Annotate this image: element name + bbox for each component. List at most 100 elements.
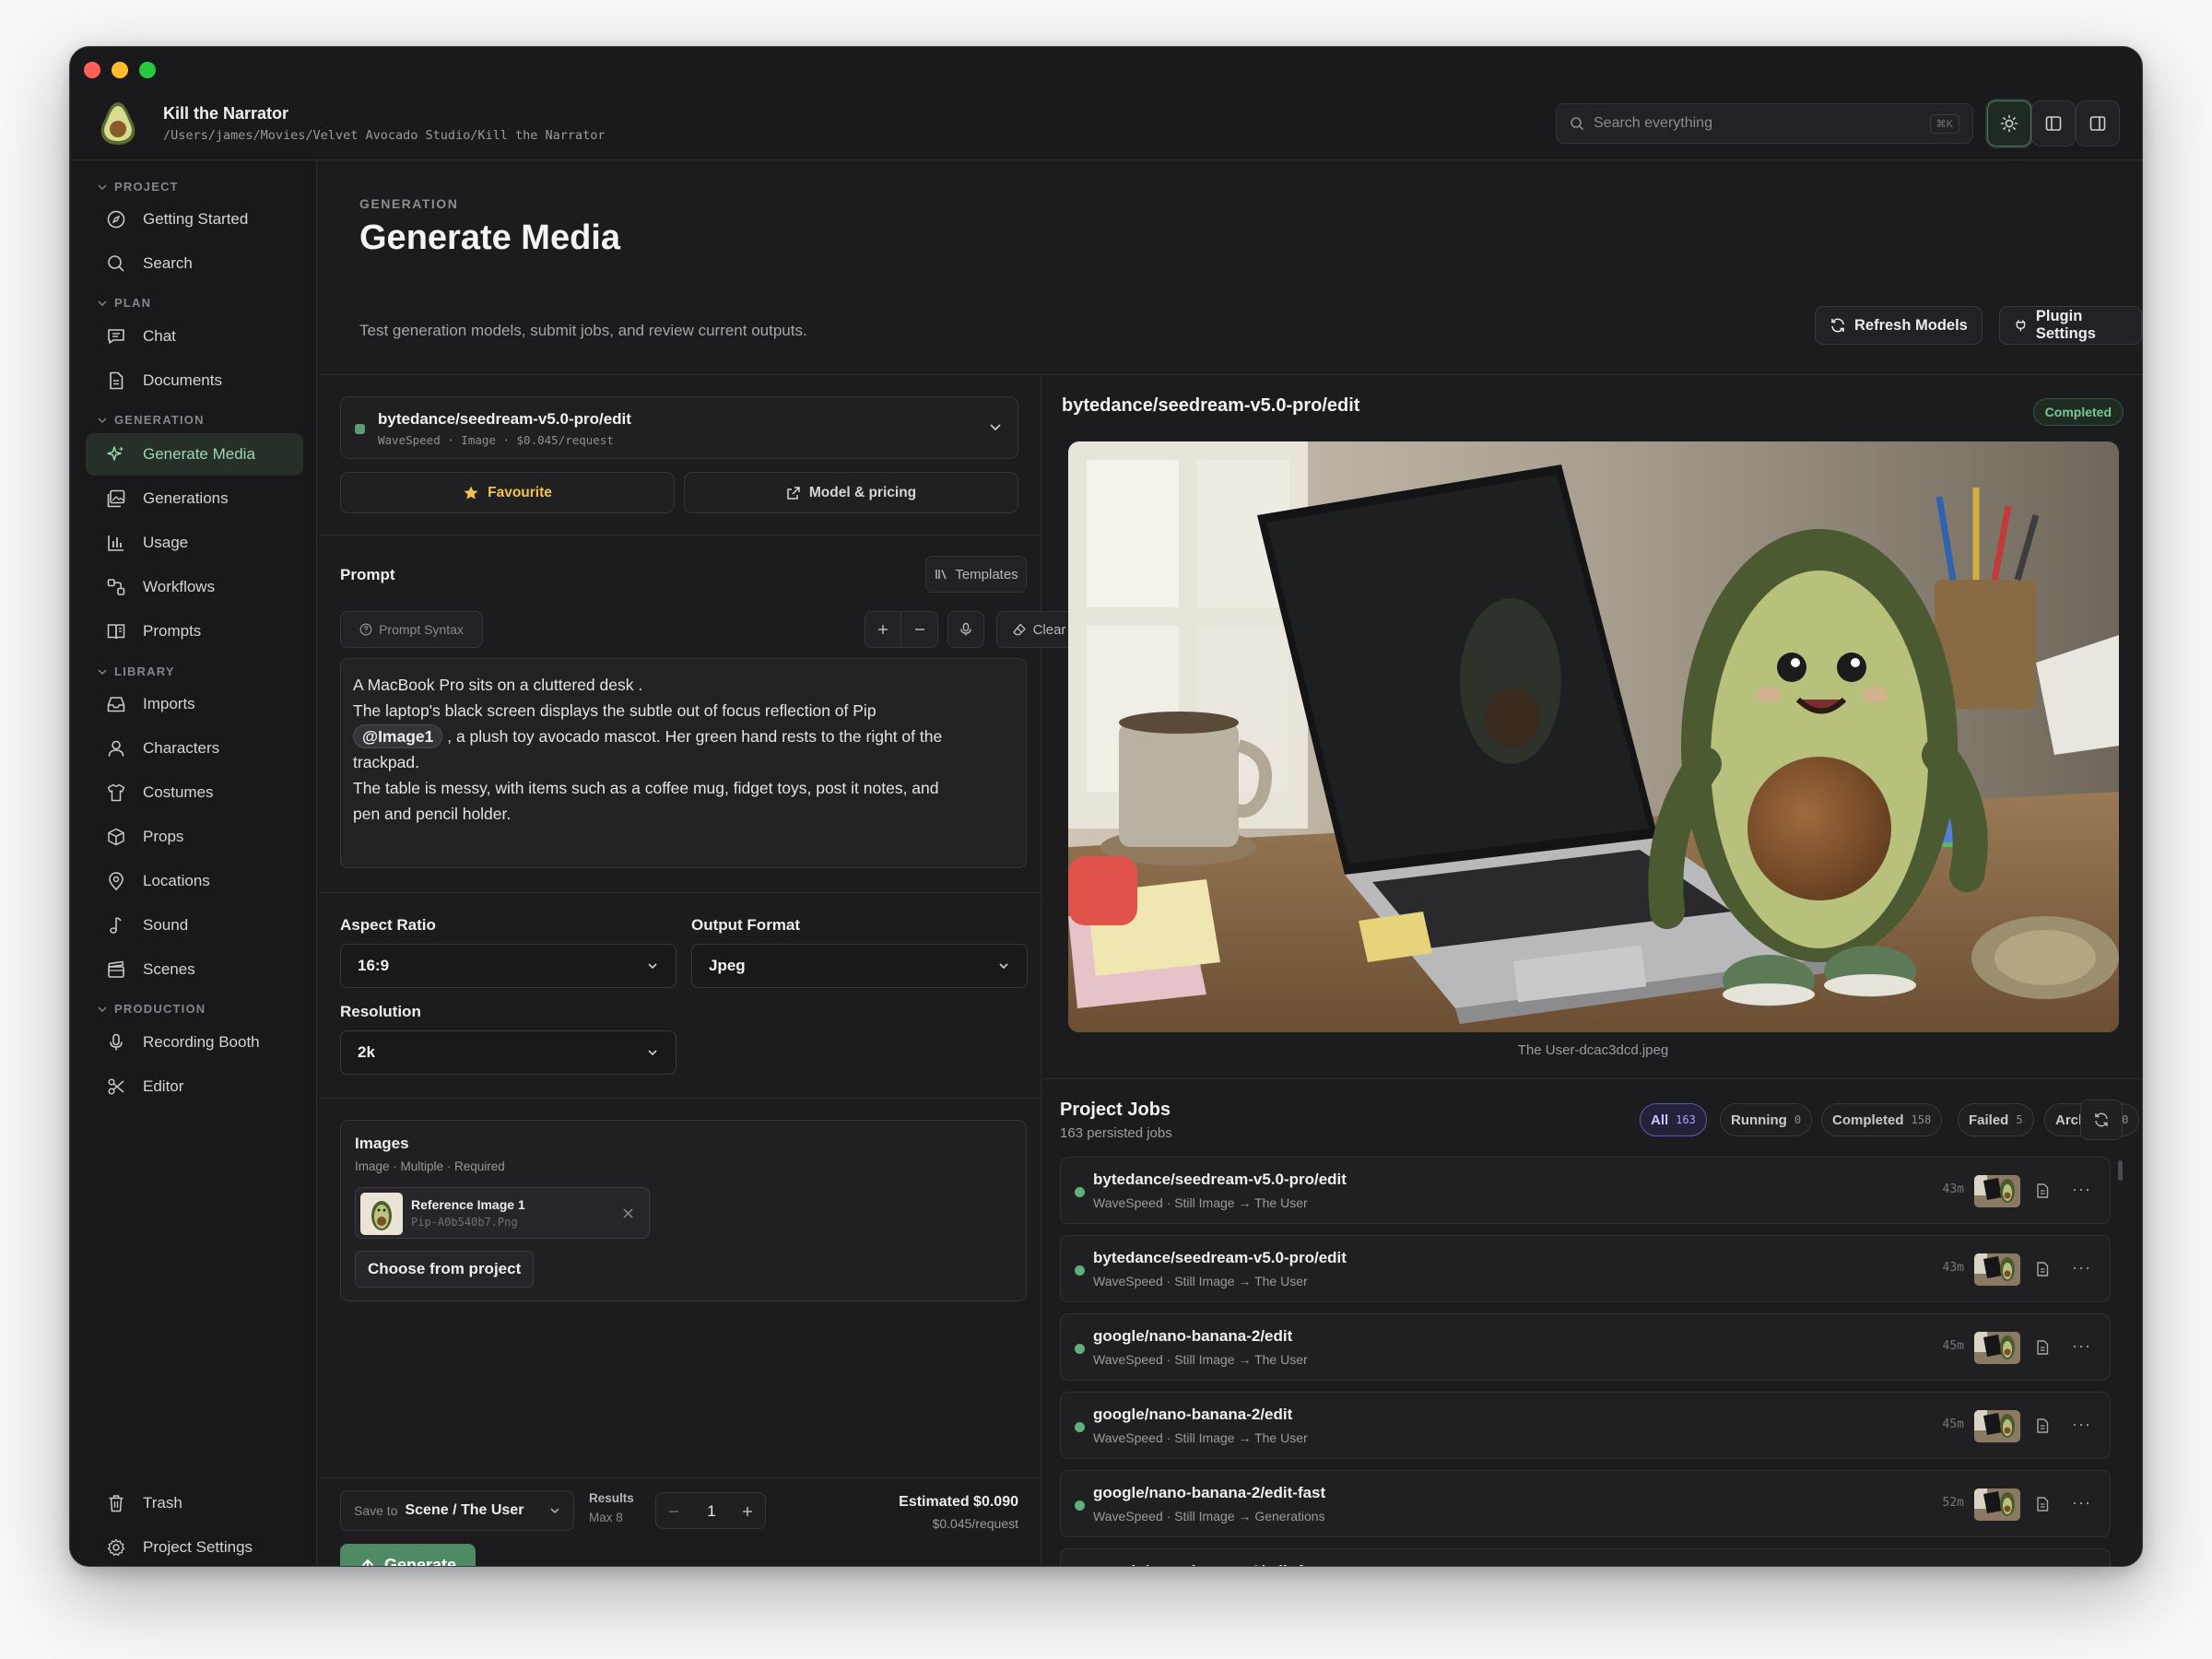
filter-label: Failed <box>1969 1112 2009 1128</box>
prompt-label: Prompt <box>340 566 395 583</box>
filter-count: 0 <box>1794 1113 1802 1126</box>
more-options-button[interactable]: ··· <box>2072 1493 2091 1512</box>
sidebar-item-label: Prompts <box>143 622 202 640</box>
job-row[interactable]: google/nano-banana-2/edit WaveSpeed · St… <box>1060 1392 2111 1459</box>
sidebar-item-costumes[interactable]: Costumes <box>86 771 303 814</box>
sidebar-item-imports[interactable]: Imports <box>86 683 303 725</box>
file-icon[interactable] <box>2034 1339 2051 1356</box>
job-row[interactable]: google/nano-banana-2/edit WaveSpeed · St… <box>1060 1313 2111 1381</box>
prompt-line: A MacBook Pro sits on a cluttered desk . <box>353 676 643 694</box>
job-status-dot <box>1075 1344 1085 1354</box>
file-icon[interactable] <box>2034 1418 2051 1434</box>
aspect-ratio-select[interactable]: 16:9 <box>340 944 677 988</box>
sidebar-item-label: Scenes <box>143 960 195 978</box>
minus-icon[interactable] <box>667 1505 680 1518</box>
job-row[interactable]: google/nano-banana-2/edit-fast WaveSpeed… <box>1060 1548 2111 1566</box>
refresh-jobs-button[interactable] <box>2080 1100 2123 1140</box>
job-thumbnail[interactable] <box>1974 1488 2020 1521</box>
sidebar-item-search[interactable]: Search <box>86 242 303 285</box>
filter-all[interactable]: All 163 <box>1640 1103 1707 1136</box>
sidebar-item-characters[interactable]: Characters <box>86 727 303 770</box>
save-to-label: Save to <box>354 1503 398 1518</box>
job-age: 43m <box>1942 1182 1964 1196</box>
prompt-textarea[interactable]: A MacBook Pro sits on a cluttered desk .… <box>340 658 1027 868</box>
section-production[interactable]: PRODUCTION <box>98 1002 206 1016</box>
section-plan[interactable]: PLAN <box>98 296 151 310</box>
sidebar-item-generations[interactable]: Generations <box>86 477 303 520</box>
image-mention-chip[interactable]: @Image1 <box>353 724 443 748</box>
plus-icon[interactable] <box>741 1505 754 1518</box>
sidebar-item-workflows[interactable]: Workflows <box>86 566 303 608</box>
refresh-models-button[interactable]: Refresh Models <box>1815 306 1983 345</box>
sidebar-item-props[interactable]: Props <box>86 816 303 858</box>
sidebar-item-project-settings[interactable]: Project Settings <box>86 1526 303 1566</box>
reference-image-chip[interactable]: Reference Image 1 Pip-A0b540b7.Png <box>355 1187 650 1239</box>
plugin-settings-button[interactable]: Plugin Settings <box>1999 306 2142 345</box>
global-search-input[interactable]: Search everything ⌘K <box>1556 103 1973 144</box>
file-icon[interactable] <box>2034 1182 2051 1199</box>
increase-button[interactable] <box>865 612 902 647</box>
jobs-list: bytedance/seedream-v5.0-pro/edit WaveSpe… <box>1042 1157 2142 1566</box>
more-options-button[interactable]: ··· <box>2072 1415 2091 1434</box>
section-project[interactable]: PROJECT <box>98 180 179 194</box>
job-row[interactable]: bytedance/seedream-v5.0-pro/edit WaveSpe… <box>1060 1157 2111 1224</box>
job-thumbnail[interactable] <box>1974 1410 2020 1442</box>
close-window-button[interactable] <box>84 62 100 78</box>
resolution-select[interactable]: 2k <box>340 1030 677 1075</box>
sidebar-item-getting-started[interactable]: Getting Started <box>86 198 303 241</box>
jobs-subtitle: 163 persisted jobs <box>1060 1125 1172 1141</box>
model-pricing-button[interactable]: Model & pricing <box>684 472 1018 513</box>
model-name: bytedance/seedream-v5.0-pro/edit <box>378 410 631 428</box>
templates-button[interactable]: Templates <box>925 556 1027 593</box>
avocado-logo <box>100 102 135 145</box>
section-generation[interactable]: GENERATION <box>98 413 205 427</box>
decrease-button[interactable] <box>901 612 937 647</box>
sidebar-item-scenes[interactable]: Scenes <box>86 948 303 991</box>
sidebar-item-editor[interactable]: Editor <box>86 1065 303 1108</box>
more-options-button[interactable]: ··· <box>2072 1180 2091 1199</box>
job-thumbnail[interactable] <box>1974 1253 2020 1286</box>
job-row[interactable]: bytedance/seedream-v5.0-pro/edit WaveSpe… <box>1060 1235 2111 1302</box>
scrollbar-thumb[interactable] <box>2118 1160 2123 1181</box>
sidebar-item-recording-booth[interactable]: Recording Booth <box>86 1021 303 1064</box>
sidebar-item-usage[interactable]: Usage <box>86 522 303 564</box>
toggle-left-panel-button[interactable] <box>2031 100 2076 147</box>
output-format-select[interactable]: Jpeg <box>691 944 1028 988</box>
favourite-button[interactable]: Favourite <box>340 472 675 513</box>
filter-running[interactable]: Running 0 <box>1720 1103 1813 1136</box>
sidebar-item-chat[interactable]: Chat <box>86 315 303 358</box>
job-row[interactable]: google/nano-banana-2/edit-fast WaveSpeed… <box>1060 1470 2111 1537</box>
results-value[interactable]: 1 <box>693 1502 730 1521</box>
toggle-right-panel-button[interactable] <box>2076 100 2120 147</box>
sidebar-item-sound[interactable]: Sound <box>86 904 303 947</box>
generate-button[interactable]: Generate <box>340 1544 476 1566</box>
file-icon[interactable] <box>2034 1496 2051 1512</box>
job-thumbnail[interactable] <box>1974 1175 2020 1207</box>
theme-toggle-button[interactable] <box>1987 100 2031 147</box>
job-model-name: google/nano-banana-2/edit <box>1093 1327 1293 1345</box>
sidebar-item-trash[interactable]: Trash <box>86 1482 303 1524</box>
filter-completed[interactable]: Completed 158 <box>1821 1103 1943 1136</box>
file-icon[interactable] <box>2034 1261 2051 1277</box>
job-status-dot <box>1075 1422 1085 1432</box>
filter-failed[interactable]: Failed 5 <box>1958 1103 2034 1136</box>
save-to-select[interactable]: Save to Scene / The User <box>340 1490 574 1531</box>
prompt-text: , a plush toy avocado mascot. Her green … <box>442 727 943 746</box>
prompt-syntax-button[interactable]: Prompt Syntax <box>340 611 483 648</box>
close-icon[interactable] <box>622 1207 634 1219</box>
sidebar-item-prompts[interactable]: Prompts <box>86 610 303 653</box>
model-selector[interactable]: bytedance/seedream-v5.0-pro/edit WaveSpe… <box>340 396 1018 459</box>
more-options-button[interactable]: ··· <box>2072 1258 2091 1277</box>
page-kicker: GENERATION <box>359 196 459 211</box>
sidebar-item-generate-media[interactable]: Generate Media <box>86 433 303 476</box>
job-thumbnail[interactable] <box>1974 1332 2020 1364</box>
sidebar-item-locations[interactable]: Locations <box>86 860 303 902</box>
zoom-window-button[interactable] <box>139 62 156 78</box>
section-library[interactable]: LIBRARY <box>98 665 175 678</box>
minimize-window-button[interactable] <box>112 62 128 78</box>
choose-from-project-button[interactable]: Choose from project <box>355 1251 535 1288</box>
generated-image-preview[interactable] <box>1068 441 2119 1032</box>
more-options-button[interactable]: ··· <box>2072 1336 2091 1356</box>
dictate-button[interactable] <box>947 611 984 648</box>
sidebar-item-documents[interactable]: Documents <box>86 359 303 402</box>
